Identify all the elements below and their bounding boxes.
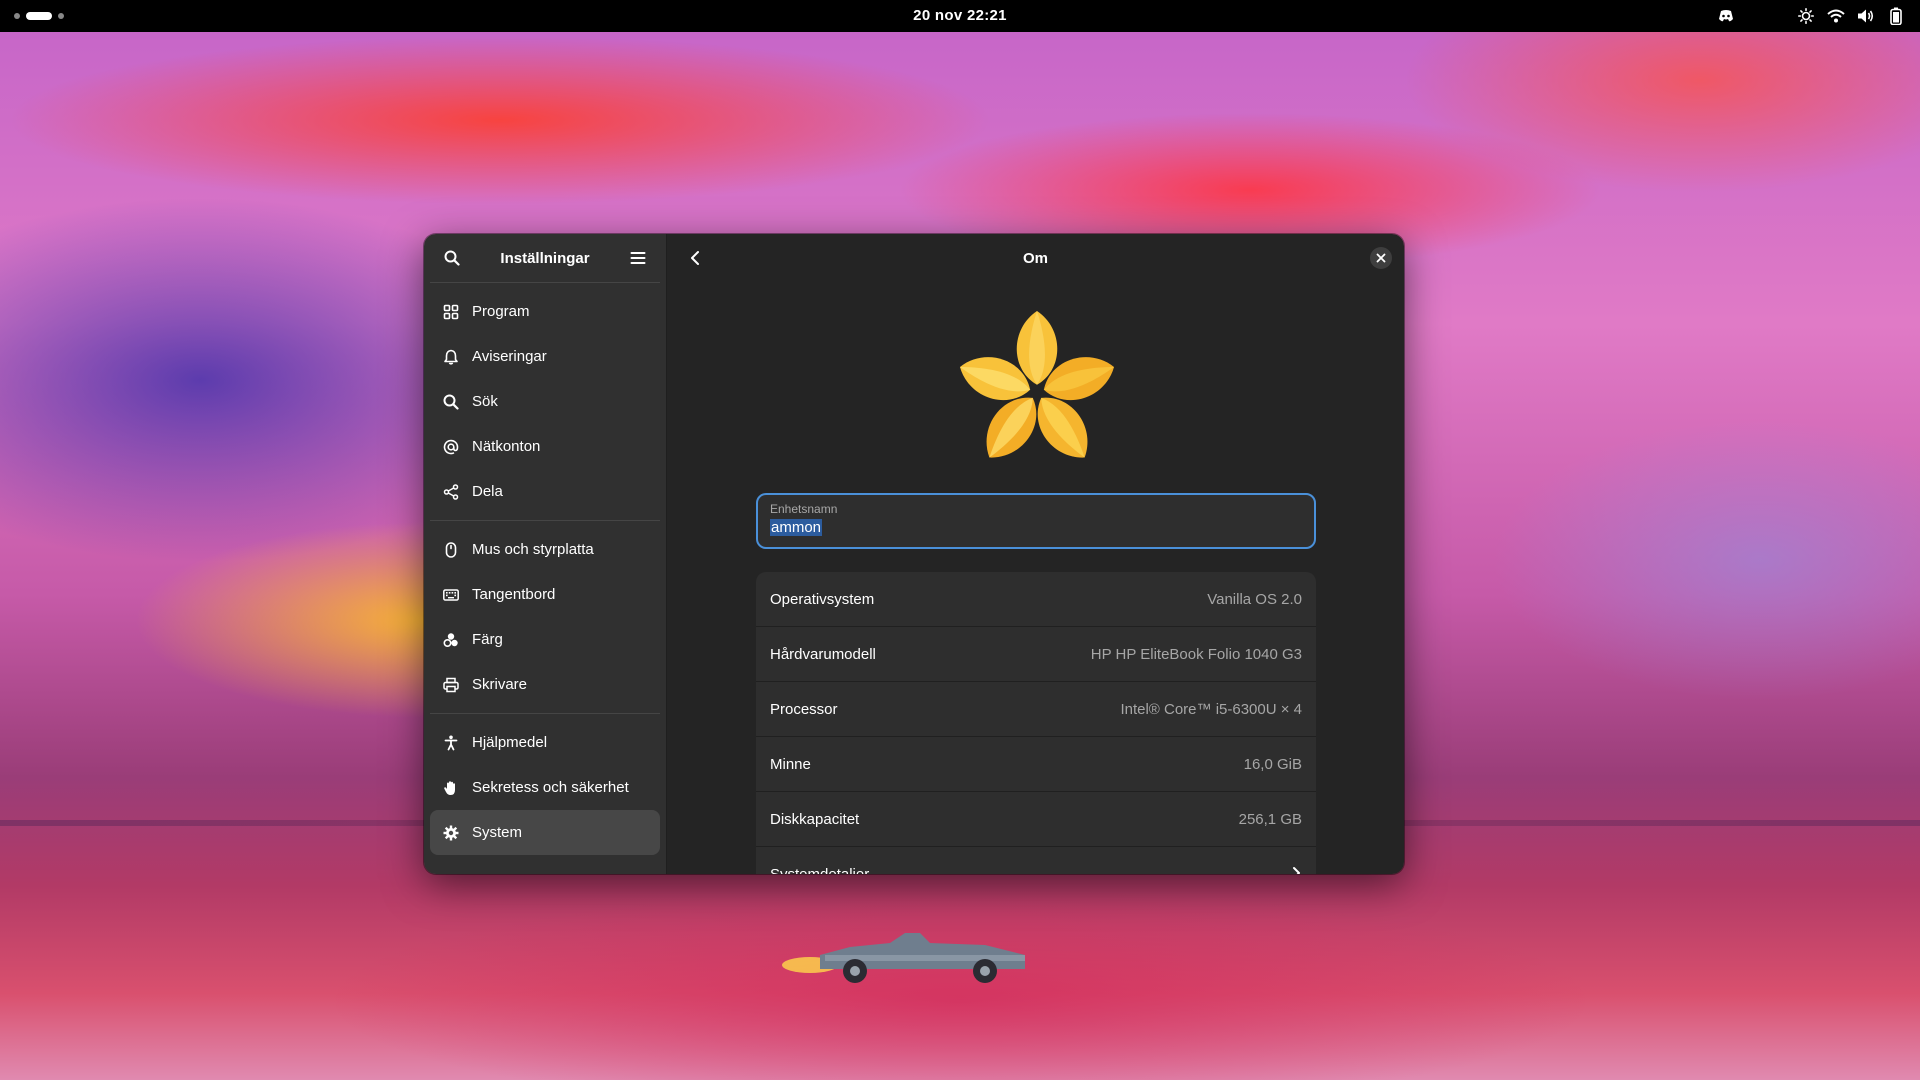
content-pane: Om Enhetsnamn ammon Operativsystem Vanil…: [667, 234, 1404, 874]
sidebar-item-label: Hjälpmedel: [472, 734, 548, 751]
device-name-field[interactable]: Enhetsnamn ammon: [756, 493, 1316, 549]
row-value: 256,1 GB: [1238, 810, 1302, 828]
sidebar-title: Inställningar: [500, 249, 590, 267]
sidebar-item-sekretess[interactable]: Sekretess och säkerhet: [430, 765, 660, 810]
sidebar-item-system[interactable]: System: [430, 810, 660, 855]
search-icon: [444, 250, 460, 266]
row-label: Diskkapacitet: [770, 810, 860, 828]
row-label: Systemdetaljer: [770, 866, 869, 874]
close-button[interactable]: [1370, 247, 1392, 269]
accessibility-icon: [442, 734, 460, 752]
content-header: Om: [667, 234, 1404, 282]
sidebar-header: Inställningar: [424, 234, 666, 282]
clock[interactable]: 20 nov 22:21: [0, 0, 1920, 32]
info-row-system-details[interactable]: Systemdetaljer: [756, 847, 1316, 874]
mouse-icon: [442, 541, 460, 559]
main-menu-button[interactable]: [624, 244, 652, 272]
bell-icon: [442, 348, 460, 366]
sidebar-item-label: Tangentbord: [472, 586, 556, 603]
row-value: Vanilla OS 2.0: [1207, 590, 1302, 608]
discord-icon[interactable]: [1716, 6, 1736, 26]
sidebar-item-label: Mus och styrplatta: [472, 541, 594, 558]
sidebar-item-aviseringar[interactable]: Aviseringar: [430, 334, 660, 379]
device-name-input[interactable]: ammon: [770, 519, 823, 536]
gear-icon: [442, 824, 460, 842]
sidebar-item-label: Färg: [472, 631, 503, 648]
sidebar-item-farg[interactable]: Färg: [430, 617, 660, 662]
share-icon: [442, 483, 460, 501]
top-bar: 20 nov 22:21: [0, 0, 1920, 32]
info-row-hardware: Hårdvarumodell HP HP EliteBook Folio 104…: [756, 627, 1316, 682]
sidebar-item-mus[interactable]: Mus och styrplatta: [430, 527, 660, 572]
sidebar-item-label: Sekretess och säkerhet: [472, 779, 629, 796]
wifi-icon[interactable]: [1826, 6, 1846, 26]
apps-icon: [442, 303, 460, 321]
search-icon: [442, 393, 460, 411]
volume-icon[interactable]: [1856, 6, 1876, 26]
system-tray[interactable]: [1716, 6, 1906, 26]
row-label: Minne: [770, 755, 811, 773]
info-row-memory: Minne 16,0 GiB: [756, 737, 1316, 792]
battery-icon[interactable]: [1886, 6, 1906, 26]
sidebar-item-sok[interactable]: Sök: [430, 379, 660, 424]
close-icon: [1376, 253, 1386, 263]
sidebar-item-natkonton[interactable]: Nätkonton: [430, 424, 660, 469]
sidebar-item-program[interactable]: Program: [430, 289, 660, 334]
sidebar-item-label: Nätkonton: [472, 438, 541, 455]
sidebar-item-label: Aviseringar: [472, 348, 547, 365]
hand-icon: [442, 779, 460, 797]
brightness-icon[interactable]: [1796, 6, 1816, 26]
search-button[interactable]: [438, 244, 466, 272]
row-label: Processor: [770, 700, 838, 718]
sidebar-item-dela[interactable]: Dela: [430, 469, 660, 514]
wallpaper-car: [782, 933, 1025, 983]
divider: [430, 520, 660, 521]
sidebar-item-label: Sök: [472, 393, 498, 410]
row-label: Operativsystem: [770, 590, 875, 608]
sidebar-item-label: Skrivare: [472, 676, 528, 693]
at-icon: [442, 438, 460, 456]
row-value: Intel® Core™ i5-6300U × 4: [1120, 700, 1302, 718]
keyboard-icon: [442, 586, 460, 604]
device-name-label: Enhetsnamn: [770, 502, 838, 516]
info-row-processor: Processor Intel® Core™ i5-6300U × 4: [756, 682, 1316, 737]
sidebar-item-label: Dela: [472, 483, 503, 500]
sidebar-item-label: System: [472, 824, 523, 841]
row-label: Hårdvarumodell: [770, 645, 876, 663]
info-row-disk: Diskkapacitet 256,1 GB: [756, 792, 1316, 847]
chevron-right-icon: [1292, 866, 1302, 874]
sidebar-item-tangentbord[interactable]: Tangentbord: [430, 572, 660, 617]
divider: [430, 713, 660, 714]
chevron-left-icon: [691, 251, 699, 265]
sidebar: Inställningar Program Aviseringar Sök Nä…: [424, 234, 667, 874]
info-row-os: Operativsystem Vanilla OS 2.0: [756, 572, 1316, 627]
sidebar-item-hjalpmedel[interactable]: Hjälpmedel: [430, 720, 660, 765]
settings-window: Inställningar Program Aviseringar Sök Nä…: [424, 234, 1404, 874]
sidebar-item-skrivare[interactable]: Skrivare: [430, 662, 660, 707]
system-info-list: Operativsystem Vanilla OS 2.0 Hårdvarumo…: [756, 572, 1316, 874]
back-button[interactable]: [681, 244, 709, 272]
hamburger-icon: [630, 252, 646, 264]
row-value: 16,0 GiB: [1243, 755, 1302, 773]
sidebar-list: Program Aviseringar Sök Nätkonton Dela M…: [424, 283, 666, 855]
color-icon: [442, 631, 460, 649]
printer-icon: [442, 676, 460, 694]
sidebar-item-label: Program: [472, 303, 530, 320]
row-value: HP HP EliteBook Folio 1040 G3: [1090, 645, 1302, 663]
vanilla-os-logo: [959, 311, 1115, 458]
page-title: Om: [1022, 249, 1048, 267]
